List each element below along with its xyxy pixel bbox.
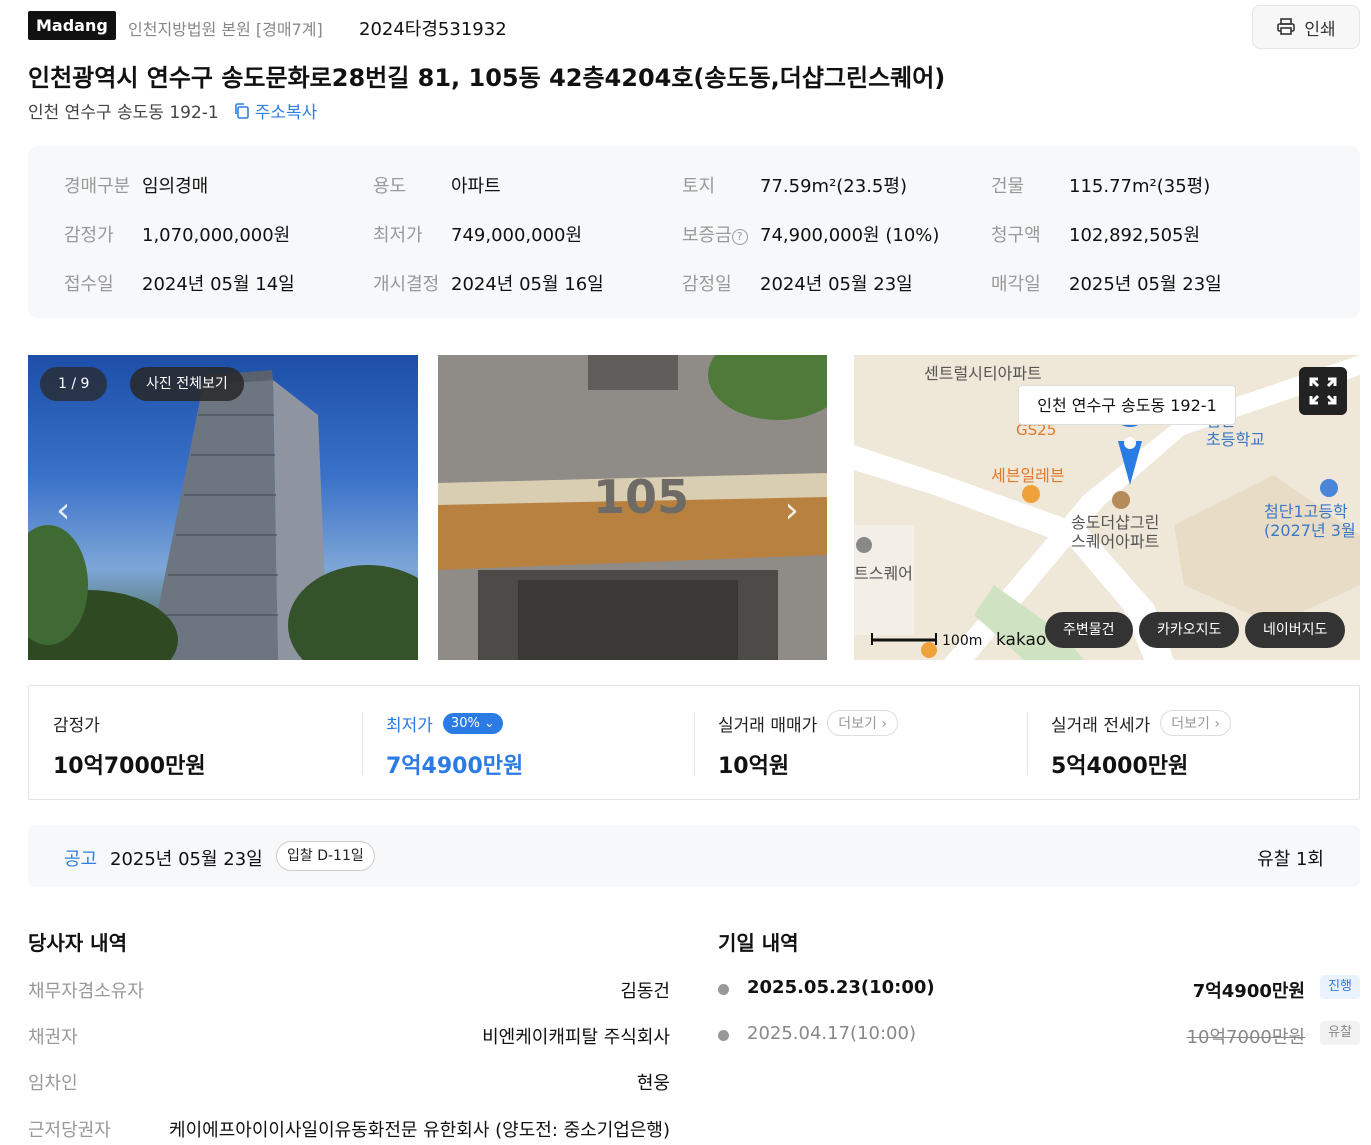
bullet-dot (718, 984, 729, 995)
info-building: 건물 115.77m²(35평) (991, 176, 1211, 197)
notice-date: 2025년 05월 23일 (110, 849, 263, 870)
info-land: 토지 77.59m²(23.5평) (682, 176, 907, 197)
discount-badge: 30% ⌄ (442, 712, 503, 734)
schedule-date: 2025.05.23(10:00) (747, 977, 935, 998)
copy-address-button[interactable]: 주소복사 (233, 98, 318, 123)
price-label: 실거래 매매가 (718, 715, 818, 736)
sub-address: 인천 연수구 송도동 192-1 주소복사 (28, 98, 317, 123)
info-appraisal-date: 감정일 2024년 05월 23일 (682, 274, 913, 295)
price-value: 5억4000만원 (1051, 754, 1189, 779)
map-label-seven: 세븐일레븐 (991, 466, 1065, 485)
info-claim: 청구액 102,892,505원 (991, 225, 1201, 246)
schedule-date: 2025.04.17(10:00) (747, 1023, 916, 1044)
schedule-price: 10억7000만원 (1186, 1027, 1305, 1048)
info-minimum: 최저가 749,000,000원 (373, 225, 583, 246)
property-photo-second[interactable]: 105 › (438, 355, 827, 660)
property-photo-main[interactable]: 1 / 9 사진 전체보기 ‹ (28, 355, 418, 660)
double-chevron-down-icon: ⌄ (483, 715, 495, 731)
map-label-central: 센트럴시티아파트 (924, 364, 1042, 383)
map-label-complex: 송도더샵그린 스퀘어아파트 (1071, 513, 1160, 551)
brand-logo[interactable]: Madang (28, 11, 116, 40)
bullet-dot (718, 1030, 729, 1041)
header: Madang 인천지방법원 본원 [경매7계] 2024타경531932 인쇄 (28, 5, 1360, 51)
price-label: 최저가 (386, 715, 433, 736)
court-name: 인천지방법원 본원 [경매7계] (128, 20, 323, 39)
property-address: 인천광역시 연수구 송도문화로28번길 81, 105동 42층4204호(송도… (28, 64, 946, 92)
map-address-callout: 인천 연수구 송도동 192-1 (1018, 385, 1236, 425)
parties-title: 당사자 내역 (28, 931, 127, 955)
help-icon[interactable]: ? (731, 229, 748, 245)
print-button[interactable]: 인쇄 (1252, 5, 1360, 49)
price-appraisal: 감정가 10억7000만원 (29, 686, 362, 799)
price-label: 감정가 (53, 715, 100, 736)
nearby-items-button[interactable]: 주변물건 (1045, 612, 1133, 648)
more-lease-button[interactable]: 더보기 › (1160, 710, 1231, 736)
naver-map-button[interactable]: 네이버지도 (1245, 612, 1346, 648)
notice-label: 공고 (64, 849, 98, 870)
map-scale: 100m (942, 633, 983, 649)
info-appraisal: 감정가 1,070,000,000원 (64, 225, 291, 246)
info-received: 접수일 2024년 05월 14일 (64, 274, 295, 295)
price-value: 10억7000만원 (53, 754, 206, 779)
more-sale-button[interactable]: 더보기 › (827, 710, 898, 736)
next-photo-icon[interactable]: › (785, 490, 799, 531)
price-value: 7억4900만원 (386, 754, 524, 779)
copy-icon (234, 102, 249, 119)
map-label-square: 트스퀘어 (854, 564, 913, 583)
expand-map-button[interactable] (1299, 367, 1347, 415)
kakao-logo: kakao (996, 630, 1047, 650)
copy-address-label: 주소복사 (254, 103, 318, 123)
price-real-sale: 실거래 매매가 더보기 › 10억원 (694, 686, 1027, 799)
kakao-map-button[interactable]: 카카오지도 (1139, 612, 1240, 648)
expand-icon (1309, 377, 1337, 405)
view-all-photos-button[interactable]: 사진 전체보기 (130, 367, 244, 401)
price-minimum: 최저가 30% ⌄ 7억4900만원 (362, 686, 695, 799)
price-real-lease: 실거래 전세가 더보기 › 5억4000만원 (1027, 686, 1360, 799)
status-badge: 진행 (1320, 975, 1360, 999)
info-auction-type: 경매구분 임의경매 (64, 176, 209, 197)
price-summary: 감정가 10억7000만원 최저가 30% ⌄ 7억4900만원 실거래 매매가 더… (28, 685, 1360, 800)
map-label-school-b: 첨단1고등학 (2027년 3월 (1264, 502, 1356, 540)
info-sale-date: 매각일 2025년 05월 23일 (991, 274, 1222, 295)
case-number: 2024타경531932 (359, 19, 507, 40)
entrance-photo: 105 (438, 355, 827, 660)
dday-badge: 입찰 D-11일 (276, 841, 375, 871)
notice-bar: 공고 2025년 05월 23일 입찰 D-11일 유찰 1회 (28, 825, 1360, 887)
auction-info-panel: 경매구분 임의경매 용도 아파트 토지 77.59m²(23.5평) 건물 115.77… (28, 146, 1360, 318)
info-deposit: 보증금? 74,900,000원 (10%) (682, 225, 940, 246)
info-commencement: 개시결정 2024년 05월 16일 (373, 274, 604, 295)
chevron-right-icon: › (881, 716, 887, 732)
photo-counter: 1 / 9 (40, 367, 108, 401)
printer-icon (1277, 18, 1296, 35)
print-label: 인쇄 (1304, 19, 1336, 40)
schedule-price: 7억4900만원 (1192, 981, 1305, 1002)
price-value: 10억원 (718, 754, 790, 779)
status-badge: 유찰 (1320, 1021, 1360, 1045)
info-usage: 용도 아파트 (373, 176, 501, 197)
schedule-title: 기일 내역 (718, 931, 799, 955)
chevron-right-icon: › (1214, 716, 1220, 732)
prev-photo-icon[interactable]: ‹ (56, 490, 70, 531)
building-number: 105 (593, 470, 689, 524)
fail-count: 유찰 1회 (1257, 849, 1324, 870)
lot-address: 인천 연수구 송도동 192-1 (28, 103, 219, 123)
price-label: 실거래 전세가 (1051, 715, 1151, 736)
